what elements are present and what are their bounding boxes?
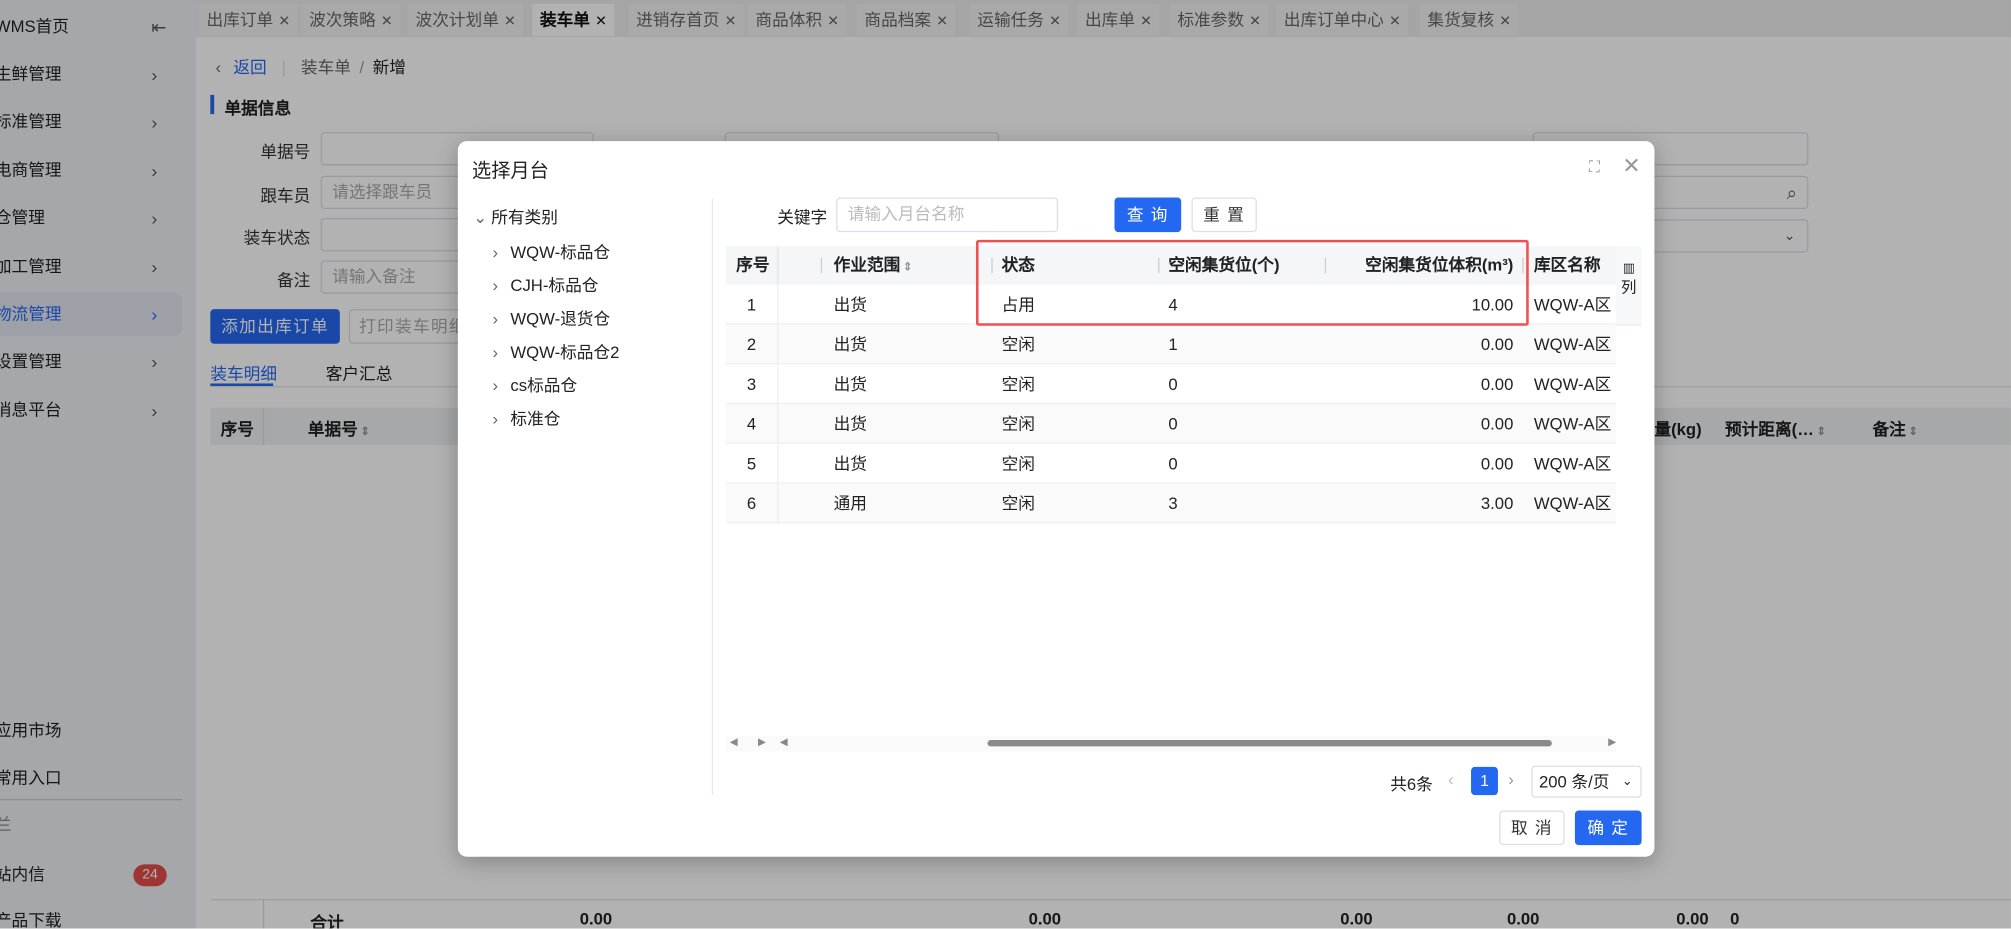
- tree-root[interactable]: ⌄ 所有类别: [473, 204, 558, 228]
- chevron-down-icon: ⌄: [473, 207, 488, 228]
- maximize-icon[interactable]: ⛶: [1589, 158, 1600, 177]
- prev-page-icon[interactable]: ‹: [1448, 770, 1454, 789]
- table-row[interactable]: 6 通用 空闲 3 3.00 WQW-A区: [725, 483, 1616, 524]
- col-no: 序号: [736, 255, 770, 275]
- columns-icon: ▥: [1622, 261, 1635, 276]
- select-dock-dialog: 选择月台 ⛶ ✕ ⌄ 所有类别 › WQW-标品仓 › CJH-标品仓 › WQW-退货仓 ›…: [457, 141, 1655, 857]
- table-row[interactable]: 2 出货 空闲 1 0.00 WQW-A区: [725, 324, 1616, 365]
- tree-node[interactable]: › CJH-标品仓: [492, 272, 598, 296]
- chevron-right-icon: ›: [492, 242, 499, 262]
- page-size-select[interactable]: 200 条/页 ⌄: [1531, 765, 1642, 798]
- tree-node[interactable]: › WQW-标品仓: [492, 239, 610, 263]
- col-area-name: 库区名称: [1533, 255, 1601, 275]
- keyword-label: 关键字: [777, 207, 828, 228]
- chevron-right-icon: ›: [492, 275, 499, 295]
- table-row[interactable]: 5 出货 空闲 0 0.00 WQW-A区: [725, 443, 1616, 484]
- chevron-right-icon: ›: [492, 375, 499, 396]
- table-row[interactable]: 4 出货 空闲 0 0.00 WQW-A区: [725, 403, 1616, 444]
- dialog-title: 选择月台: [471, 160, 549, 183]
- chevron-down-icon: ⌄: [1621, 774, 1633, 789]
- tree-node[interactable]: › WQW-标品仓2: [492, 339, 619, 363]
- keyword-input[interactable]: 请输入月台名称: [836, 197, 1059, 233]
- next-page-icon[interactable]: ›: [1508, 770, 1514, 789]
- reset-button[interactable]: 重 置: [1191, 197, 1257, 233]
- chevron-right-icon: ›: [492, 309, 499, 329]
- confirm-button[interactable]: 确 定: [1574, 810, 1642, 846]
- chevron-right-icon: ›: [492, 342, 499, 362]
- chevron-right-icon: ›: [492, 409, 499, 429]
- total-count: 共6条: [1390, 774, 1433, 794]
- column-settings[interactable]: ▥ 列: [1615, 246, 1642, 326]
- panel-divider: [711, 198, 714, 796]
- horizontal-scrollbar[interactable]: ◀ ▶ ◀ ▶: [725, 736, 1616, 752]
- scrollbar-thumb[interactable]: [987, 740, 1552, 747]
- tree-node[interactable]: › WQW-退货仓: [492, 305, 610, 329]
- tree-node[interactable]: › 标准仓: [492, 405, 560, 429]
- tree-node[interactable]: › cs标品仓: [492, 372, 577, 396]
- cancel-button[interactable]: 取 消: [1499, 810, 1565, 846]
- highlight-box: [975, 239, 1529, 326]
- close-icon[interactable]: ✕: [1622, 154, 1640, 180]
- page-1-button[interactable]: 1: [1471, 766, 1498, 796]
- search-button[interactable]: 查 询: [1114, 197, 1182, 233]
- col-scope[interactable]: 作业范围 ⇕: [834, 246, 913, 284]
- table-row[interactable]: 3 出货 空闲 0 0.00 WQW-A区: [725, 364, 1616, 404]
